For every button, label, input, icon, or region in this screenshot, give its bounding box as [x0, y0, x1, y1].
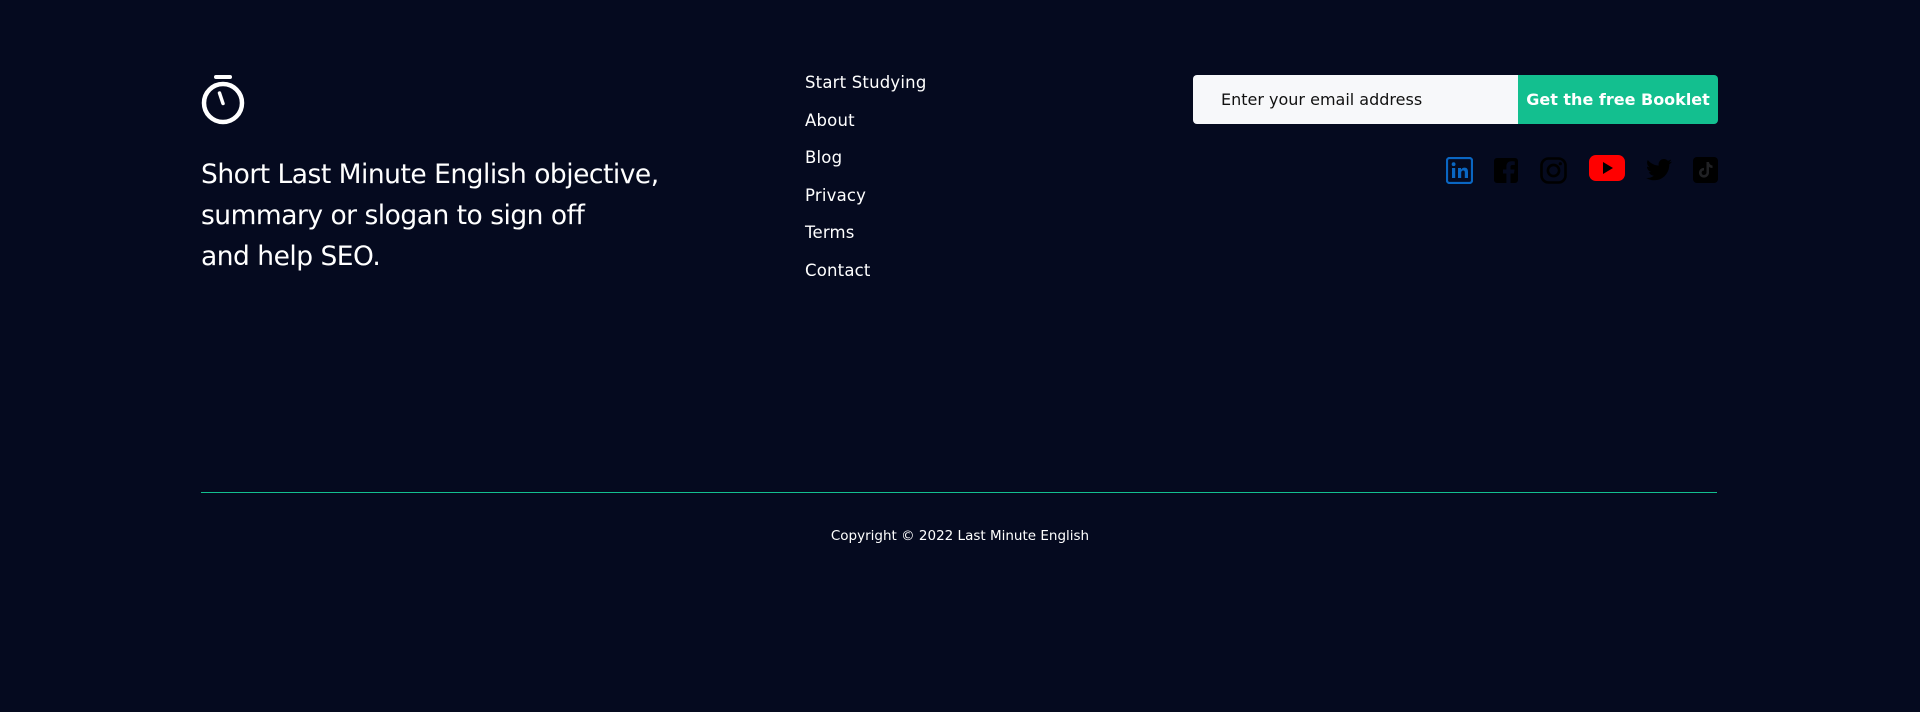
- nav-link-privacy[interactable]: Privacy: [805, 186, 866, 205]
- nav-link-terms[interactable]: Terms: [805, 223, 855, 242]
- nav-link-blog[interactable]: Blog: [805, 148, 842, 167]
- site-footer: Short Last Minute English objective, sum…: [0, 0, 1920, 712]
- footer-nav-item: About: [805, 107, 927, 145]
- twitter-icon[interactable]: [1646, 159, 1672, 181]
- stopwatch-icon[interactable]: [201, 74, 245, 127]
- instagram-icon[interactable]: [1540, 157, 1567, 184]
- footer-nav-item: Start Studying: [805, 69, 927, 107]
- footer-slogan: Short Last Minute English objective, sum…: [201, 154, 721, 277]
- linkedin-icon[interactable]: [1446, 157, 1473, 184]
- footer-nav-item: Terms: [805, 219, 927, 257]
- slogan-line: Short Last Minute English objective,: [201, 159, 659, 190]
- slogan-line: summary or slogan to sign off: [201, 200, 585, 231]
- footer-divider: [201, 492, 1717, 493]
- nav-link-about[interactable]: About: [805, 111, 855, 130]
- tiktok-icon[interactable]: [1693, 157, 1718, 183]
- get-booklet-button[interactable]: Get the free Booklet: [1518, 75, 1718, 124]
- social-links: [1446, 155, 1718, 187]
- footer-nav: Start Studying About Blog Privacy Terms …: [805, 69, 927, 294]
- facebook-icon[interactable]: [1494, 158, 1518, 183]
- footer-nav-item: Privacy: [805, 182, 927, 220]
- footer-nav-item: Blog: [805, 144, 927, 182]
- slogan-line: and help SEO.: [201, 241, 381, 272]
- nav-link-contact[interactable]: Contact: [805, 261, 871, 280]
- youtube-icon[interactable]: [1589, 155, 1625, 181]
- copyright-text: Copyright © 2022 Last Minute English: [830, 528, 1090, 544]
- footer-nav-item: Contact: [805, 257, 927, 295]
- nav-link-start-studying[interactable]: Start Studying: [805, 73, 927, 92]
- email-input[interactable]: [1193, 75, 1518, 124]
- newsletter-form: Get the free Booklet: [1193, 75, 1718, 124]
